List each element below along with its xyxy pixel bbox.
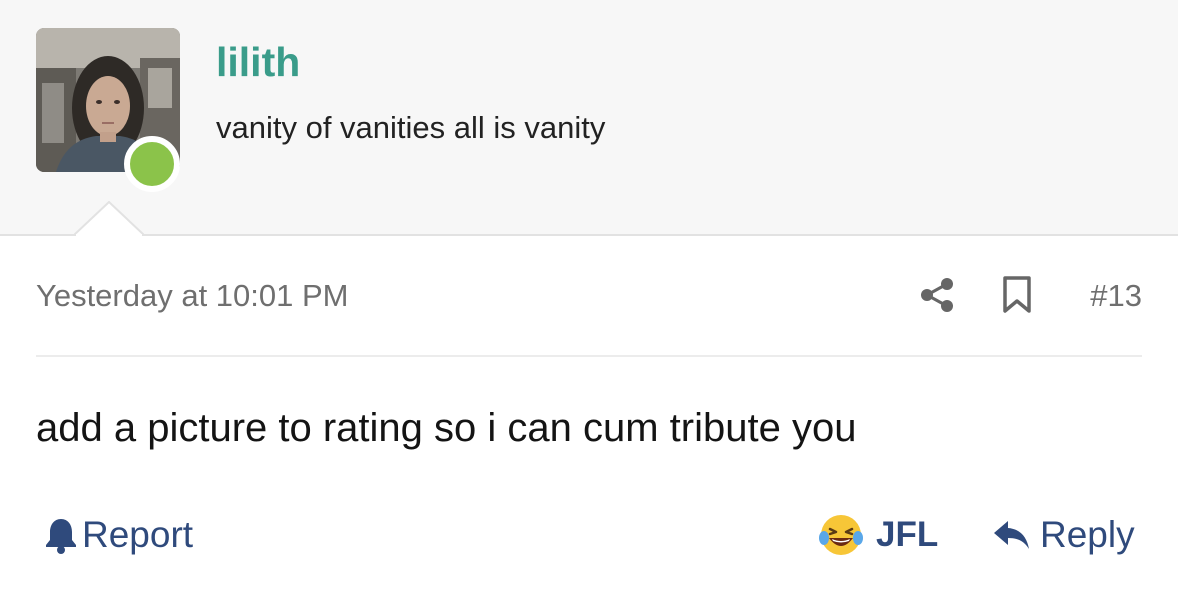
laughing-crying-face-icon [819,515,863,555]
post-timestamp[interactable]: Yesterday at 10:01 PM [36,276,349,316]
jfl-reaction-button[interactable]: JFL [818,510,938,560]
bell-icon [46,519,76,554]
divider [36,355,1142,357]
share-button[interactable] [918,276,956,314]
bookmark-icon [1003,276,1031,313]
username[interactable]: lilith [216,38,300,86]
report-button[interactable]: Report [44,512,193,558]
post-meta: Yesterday at 10:01 PM #13 [36,270,1142,320]
forum-post: lilith vanity of vanities all is vanity … [0,0,1178,595]
report-label: Report [82,514,194,555]
user-header: lilith vanity of vanities all is vanity [0,0,1178,236]
post-number-link[interactable]: #13 [1090,276,1142,316]
post-body: add a picture to rating so i can cum tri… [36,406,857,450]
user-title: vanity of vanities all is vanity [216,110,606,145]
online-status-indicator [124,136,180,192]
jfl-label: JFL [876,515,939,554]
bookmark-button[interactable] [1000,276,1034,314]
reply-button[interactable]: Reply [992,512,1135,558]
reply-label: Reply [1040,514,1135,555]
header-pointer-arrow [74,201,144,237]
share-icon [921,278,953,312]
reply-arrow-icon [994,521,1029,549]
